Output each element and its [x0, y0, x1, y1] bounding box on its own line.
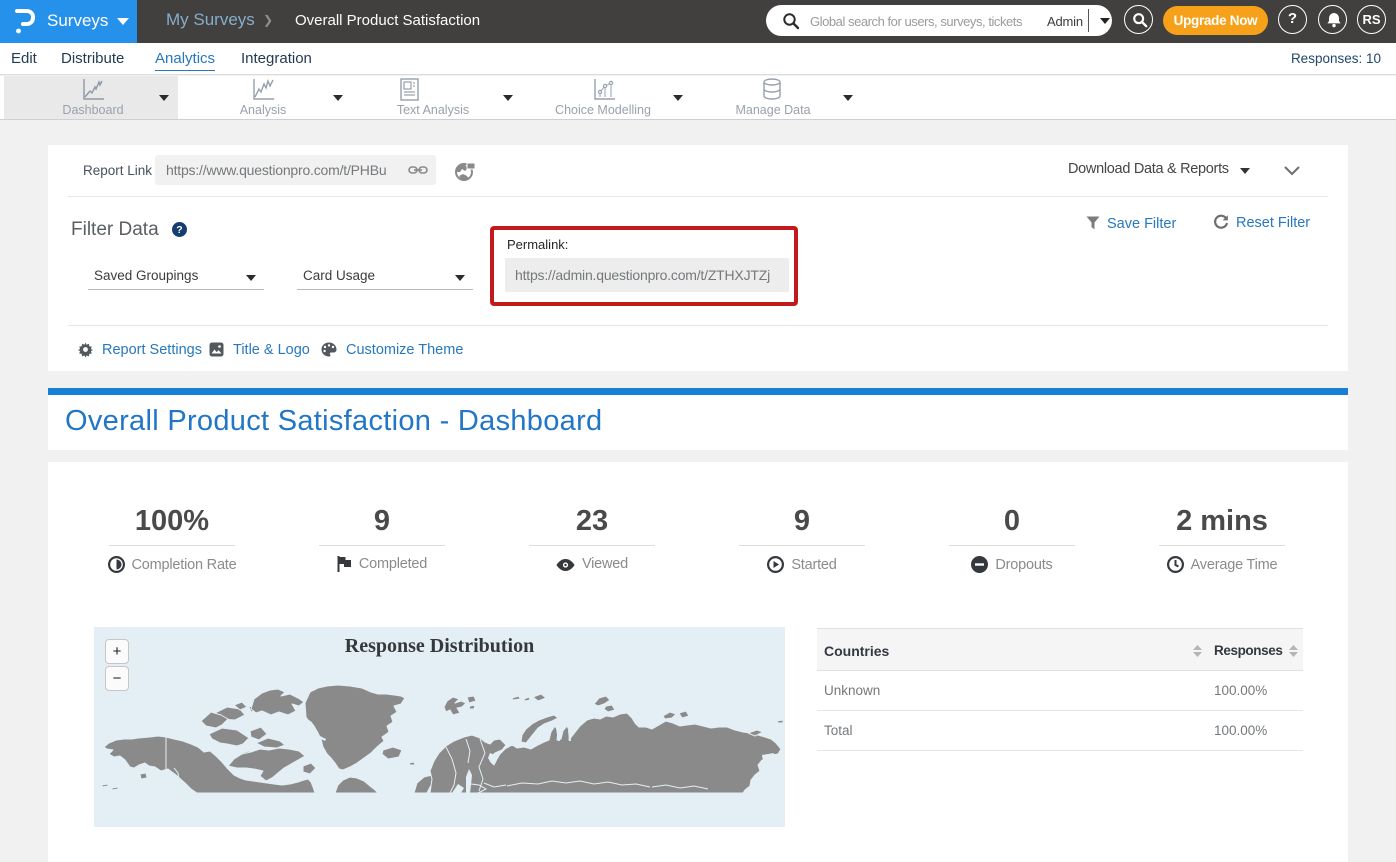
svg-text:?: ? [176, 224, 182, 236]
